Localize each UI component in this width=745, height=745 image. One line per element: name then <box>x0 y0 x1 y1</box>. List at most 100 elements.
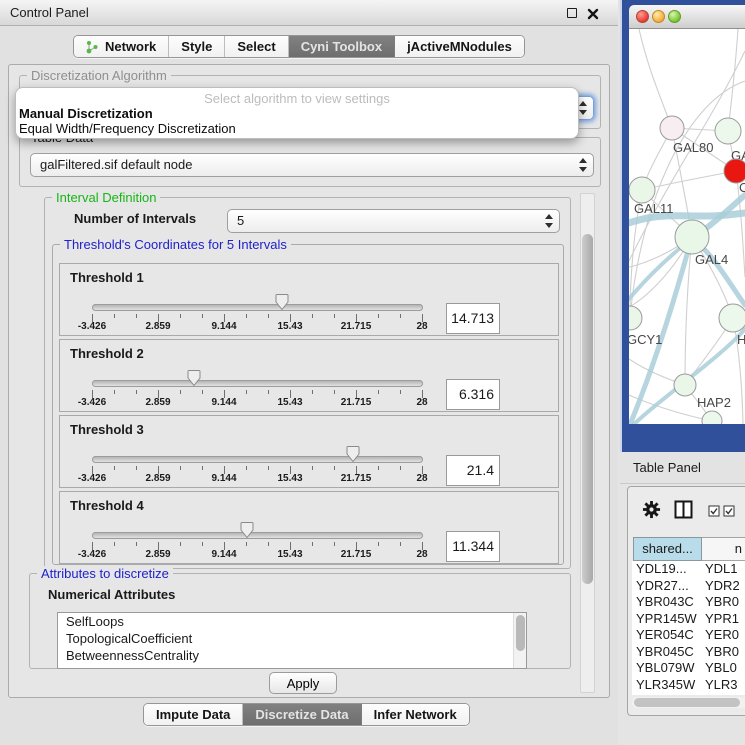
slider-thumb[interactable] <box>187 369 201 387</box>
tick-label: 28 <box>400 549 444 560</box>
select-all-columns-icon[interactable] <box>708 504 720 522</box>
cell-shared-name: YBL079W <box>636 660 695 677</box>
network-window: GAL80GACGAL11GAL4GCY1HHAP2 <box>620 0 745 452</box>
network-window-titlebar <box>629 5 745 29</box>
network-node[interactable] <box>702 411 722 424</box>
tick-label: 21.715 <box>334 397 378 408</box>
table-horizontal-scrollbar-thumb[interactable] <box>634 698 740 707</box>
tick-label: 2.859 <box>136 473 180 484</box>
column-header-shared-name[interactable]: shared... <box>633 537 702 561</box>
table-data-combobox[interactable]: galFiltered.sif default node <box>30 153 594 177</box>
close-window-icon[interactable] <box>587 7 599 19</box>
table-row[interactable]: YDL19...YDL1 <box>632 561 745 578</box>
cyni-mode-tabs: Impute Data Discretize DataInfer Network <box>143 703 470 726</box>
network-node-gcy1[interactable] <box>629 306 642 330</box>
float-window-icon[interactable] <box>567 8 577 18</box>
tab-jactivemnodules[interactable]: jActiveMNodules <box>395 36 524 57</box>
cell-shared-name: YLR345W <box>636 677 695 694</box>
list-scrollbar[interactable] <box>513 613 526 668</box>
tick-label: 15.43 <box>268 397 312 408</box>
cell-name: YLR3 <box>705 677 738 694</box>
node-label: GAL80 <box>673 140 713 155</box>
table-row[interactable]: YER054CYER0 <box>632 627 745 644</box>
tick-label: -3.426 <box>70 549 114 560</box>
column-header-name[interactable]: n <box>702 537 745 561</box>
threshold-slider-track[interactable] <box>92 456 423 463</box>
zoom-traffic-light-icon[interactable] <box>668 10 681 23</box>
attribute-list-item[interactable]: BetweennessCentrality <box>58 647 526 664</box>
node-label: GAL11 <box>634 201 674 216</box>
cell-shared-name: YPR145W <box>636 611 697 628</box>
slider-thumb[interactable] <box>346 445 360 463</box>
apply-button[interactable]: Apply <box>269 672 337 694</box>
table-row[interactable]: YBL079WYBL0 <box>632 660 745 677</box>
numerical-attributes-label: Numerical Attributes <box>48 587 175 602</box>
network-node-gal11[interactable] <box>629 177 655 203</box>
network-node-gal4[interactable] <box>675 220 709 254</box>
threshold-value-field[interactable]: 14.713 <box>446 303 500 334</box>
numerical-attributes-list[interactable]: SelfLoopsTopologicalCoefficientBetweenne… <box>57 612 527 669</box>
table-panel-titlebar: Table Panel <box>620 452 745 484</box>
attribute-list-item[interactable]: SelfLoops <box>58 613 526 630</box>
tab-cyni-toolbox[interactable]: Cyni Toolbox <box>289 36 395 57</box>
network-icon <box>86 40 99 54</box>
panel-scrollbar-thumb[interactable] <box>582 234 593 584</box>
node-label: C <box>739 180 745 195</box>
threshold-slider-track[interactable] <box>92 532 423 539</box>
table-row[interactable]: YBR045CYBR0 <box>632 644 745 661</box>
tab-select[interactable]: Select <box>225 36 288 57</box>
threshold-editor: Threshold 2 6.316 -3.4262.8599.14415.432… <box>59 339 559 412</box>
cell-shared-name: YER054C <box>636 627 694 644</box>
cell-shared-name: YDR27... <box>636 578 689 595</box>
network-node-h[interactable] <box>719 304 745 332</box>
threshold-label: Threshold 2 <box>70 346 144 361</box>
slider-thumb[interactable] <box>275 293 289 311</box>
threshold-value-field[interactable]: 21.4 <box>446 455 500 486</box>
tab-network[interactable]: Network <box>74 36 169 57</box>
slider-thumb[interactable] <box>240 521 254 539</box>
close-traffic-light-icon[interactable] <box>636 10 649 23</box>
node-label: HAP2 <box>697 395 731 410</box>
tick-label: 2.859 <box>136 321 180 332</box>
tab-impute-data[interactable]: Impute Data <box>144 704 243 725</box>
panel-scrollbar[interactable] <box>580 193 595 693</box>
gear-icon[interactable] <box>642 500 661 524</box>
tab-discretize-data[interactable]: Discretize Data <box>243 704 361 725</box>
algorithm-option[interactable]: Equal Width/Frequency Discretization <box>16 121 578 136</box>
control-panel-titlebar: Control Panel <box>0 0 618 26</box>
threshold-value-field[interactable]: 6.316 <box>446 379 500 410</box>
table-row[interactable]: YDR27... YDR2 <box>632 578 745 595</box>
attribute-list-item[interactable]: TopologicalCoefficient <box>58 630 526 647</box>
threshold-label: Threshold 4 <box>70 498 144 513</box>
select-visible-columns-icon[interactable] <box>723 504 735 522</box>
cell-name: YDR2 <box>705 578 740 595</box>
cell-shared-name: YDL19... <box>636 561 687 578</box>
network-node-hap2[interactable] <box>674 374 696 396</box>
group-title-interval-definition: Interval Definition <box>52 190 160 205</box>
threshold-slider-track[interactable] <box>92 304 423 311</box>
tab-label: jActiveMNodules <box>407 39 512 54</box>
tab-label: Cyni Toolbox <box>301 39 382 54</box>
table-row[interactable]: YBR043CYBR0 <box>632 594 745 611</box>
threshold-slider-track[interactable] <box>92 380 423 387</box>
tab-infer-network[interactable]: Infer Network <box>362 704 469 725</box>
tab-style[interactable]: Style <box>169 36 225 57</box>
table-row[interactable]: YLR345W YLR3 <box>632 677 745 694</box>
number-of-intervals-value: 5 <box>237 213 244 228</box>
tab-label: Impute Data <box>156 707 230 722</box>
tick-label: 15.43 <box>268 321 312 332</box>
minimize-traffic-light-icon[interactable] <box>652 10 665 23</box>
network-node-ga[interactable] <box>715 118 741 144</box>
table-horizontal-scrollbar[interactable] <box>632 697 745 708</box>
table-row[interactable]: YPR145W YPR1 <box>632 611 745 628</box>
network-node-gal80[interactable] <box>660 116 684 140</box>
algorithm-option[interactable]: Manual Discretization <box>16 106 578 121</box>
table-row[interactable]: YIL052CYIL0 <box>632 693 745 695</box>
tick-label: 28 <box>400 397 444 408</box>
cell-name: YBR0 <box>705 644 739 661</box>
split-columns-icon[interactable] <box>674 500 693 524</box>
threshold-value-field[interactable]: 11.344 <box>446 531 500 562</box>
cell-name: YPR1 <box>705 611 739 628</box>
number-of-intervals-combobox[interactable]: 5 <box>227 209 560 233</box>
network-canvas[interactable]: GAL80GACGAL11GAL4GCY1HHAP2 <box>629 29 745 424</box>
